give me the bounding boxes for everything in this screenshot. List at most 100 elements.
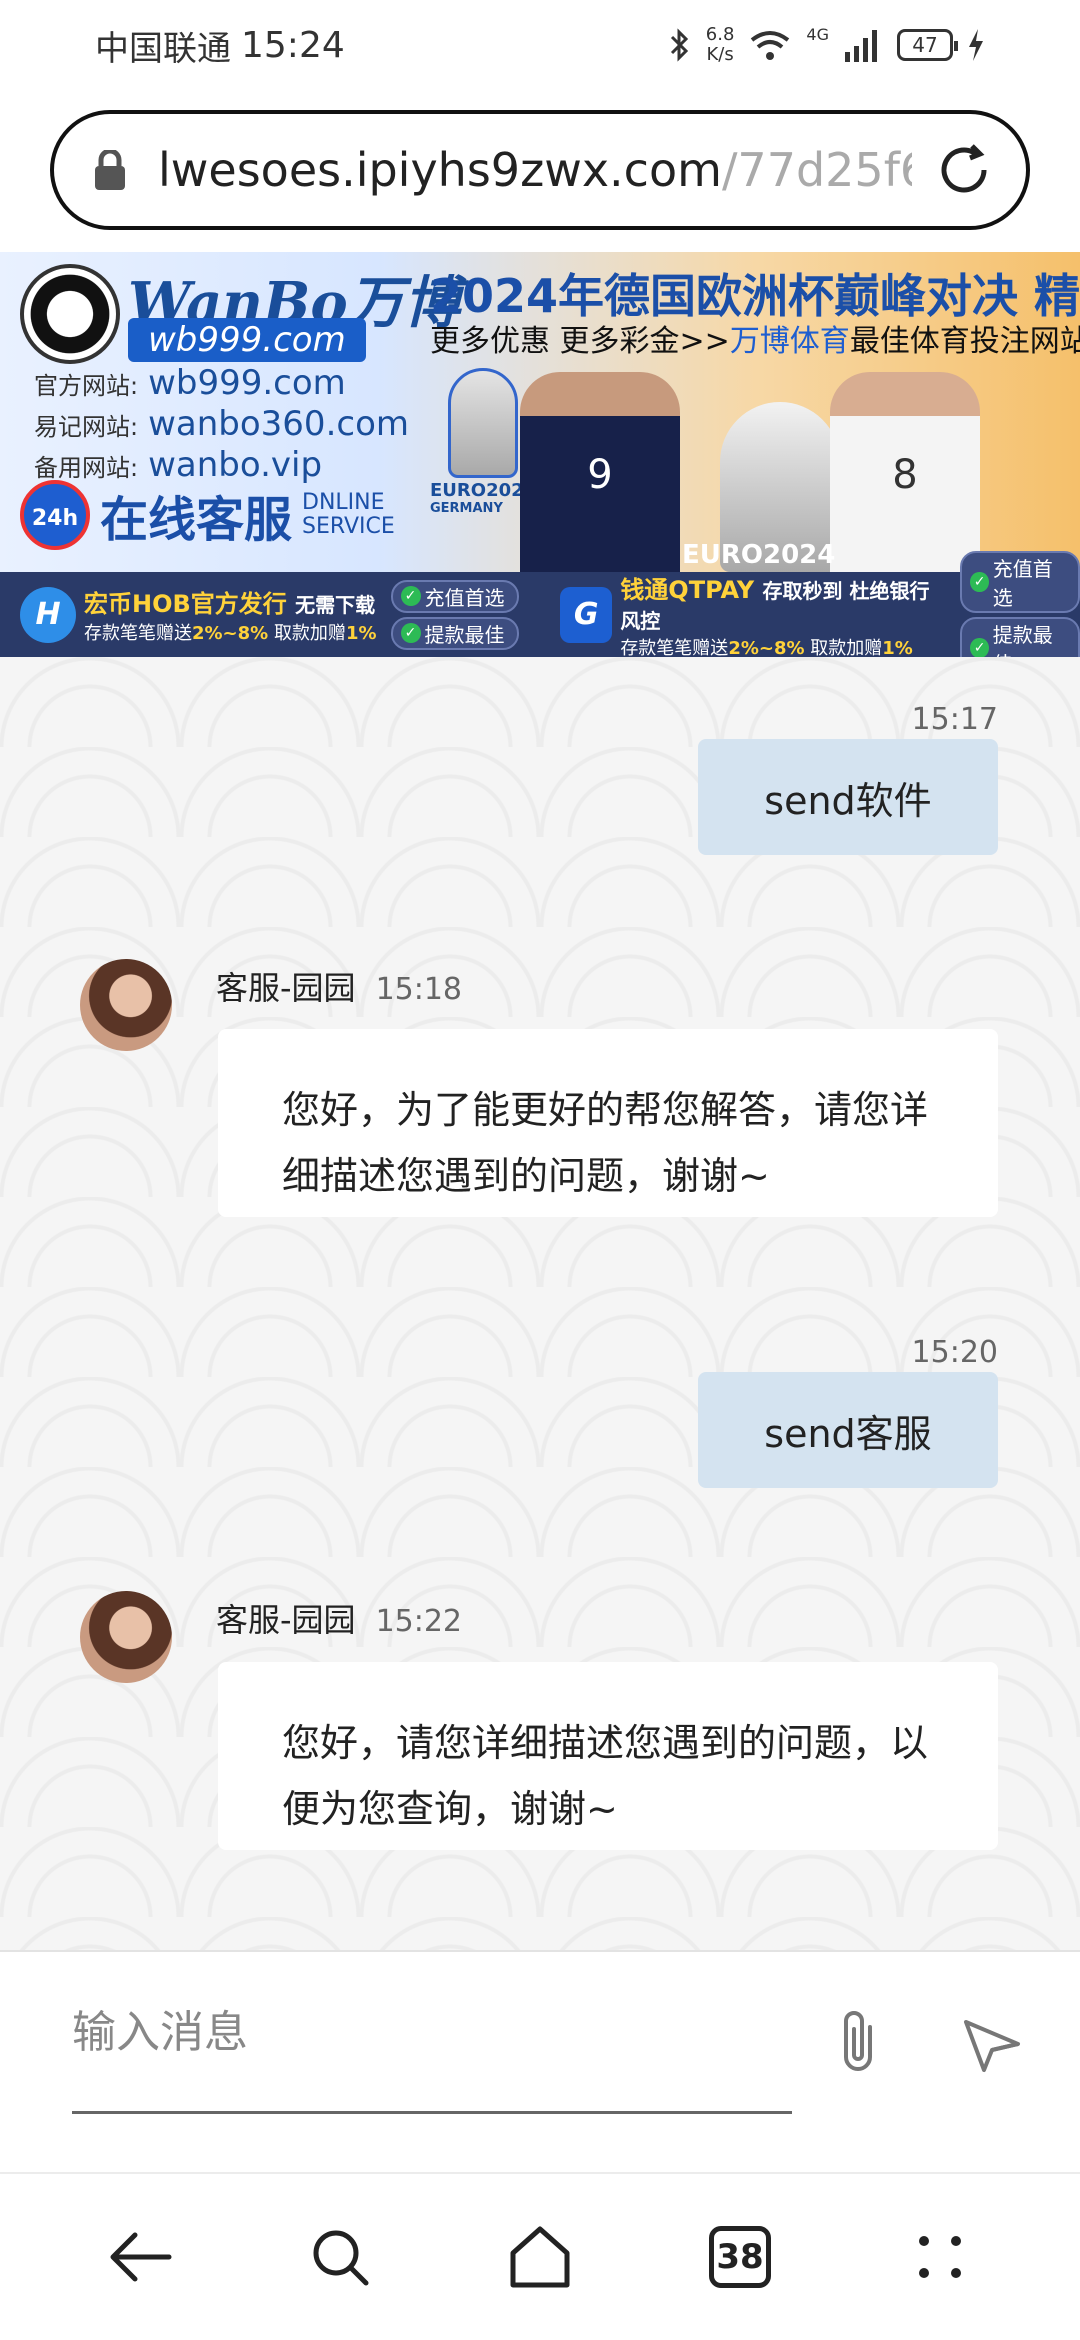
ad-banner-main[interactable]: WanBo万博 wb999.com 2024年德国欧洲杯巅峰对决 精彩继续 更多… [0,252,1080,572]
qtpay-logo-icon: G [560,586,613,643]
message-timestamp: 15:20 [911,1335,998,1370]
search-icon [313,2230,369,2286]
service-24h-badge: 24h [20,480,90,550]
euro-trophy-icon [448,368,518,478]
outgoing-message[interactable]: send软件 [698,739,998,855]
pill-recharge: ✓ 充值首选 [960,550,1080,613]
wifi-icon [751,31,790,60]
status-time: 15:24 [241,24,345,66]
more-icon [919,2236,961,2278]
ad-payment-text: 钱通QTPAY 存取秒到 杜绝银行风控 存款笔笔赠送2%~8% 取款加赠1% [620,570,946,658]
ad-site-value: wanbo.vip [148,445,323,485]
outgoing-message[interactable]: send客服 [698,1372,998,1488]
carrier-name: 中国联通 [95,28,231,69]
check-icon: ✓ [970,637,989,657]
ad-sub-d: 1% [882,637,913,658]
status-right: 6.8 K/s 4G 47 [668,25,985,65]
network-type: 4G [806,25,829,44]
home-button[interactable] [500,2217,580,2297]
ad-payment-text: 宏币HOB官方发行 无需下载 存款笔笔赠送2%~8% 取款加赠1% [84,584,377,645]
pill-recharge: ✓ 充值首选 [390,579,519,613]
battery-indicator: 47 [897,29,958,61]
brand-logo-icon [20,264,120,364]
check-icon: ✓ [400,623,421,643]
check-icon: ✓ [970,571,989,592]
ad-sub-a: 存款笔笔赠送 [620,637,729,658]
ad-subline: 更多优惠 更多彩金>>万博体育最佳体育投注网站 [430,316,1080,360]
tabs-count: 38 [709,2226,771,2288]
ad-site-row: 官方网站: wb999.com [34,364,409,405]
message-input[interactable]: 输入消息 [72,2002,792,2114]
ad-payment-title-main: 钱通QTPAY [620,575,755,604]
ad-payment-qtpay[interactable]: G 钱通QTPAY 存取秒到 杜绝银行风控 存款笔笔赠送2%~8% 取款加赠1%… [540,550,1080,658]
ad-payment-title: 钱通QTPAY 存取秒到 杜绝银行风控 [620,570,946,634]
back-arrow-icon [110,2232,172,2282]
chat-thread[interactable]: 15:17 send软件 客服-园园 15:18 您好，为了能更好的帮您解答，请您… [0,657,1080,1950]
ad-site-value: wanbo360.com [148,404,409,444]
player-germany-number: 8 [892,452,918,498]
ad-payment-title: 宏币HOB官方发行 无需下载 [84,584,377,619]
ad-site-list: 官方网站: wb999.com 易记网站: wanbo360.com 备用网站: wa… [34,364,409,487]
ad-pills: ✓充值首选 ✓提款最佳 [390,579,519,650]
ad-payment-title-main: 宏币HOB官方发行 [84,590,287,618]
service-en-line2: SERVICE [302,514,395,539]
brand-domain: wb999.com [128,318,366,362]
player-france: 9 [520,372,680,572]
status-left: 中国联通 15:24 [95,21,345,70]
pill-label: 提款最佳 [424,622,505,647]
ad-site-value: wb999.com [148,363,346,403]
tabs-button[interactable]: 38 [700,2217,780,2297]
menu-button[interactable] [900,2217,980,2297]
sender-name: 客服-园园 [216,1601,356,1639]
service-text: 在线客服 [100,492,293,548]
message-composer: 输入消息 [0,1950,1080,2172]
ad-sub-d: 1% [345,623,377,644]
pill-label: 充值首选 [424,585,505,610]
browser-nav-bar: 38 [0,2172,1080,2340]
lock-icon [95,150,125,190]
ad-payment-sub: 存款笔笔赠送2%~8% 取款加赠1% [84,619,377,645]
back-button[interactable] [100,2217,180,2297]
network-speed-unit: K/s [706,44,734,65]
ad-sub-b: 2%~8% [192,623,269,644]
ad-payment-hob[interactable]: H 宏币HOB官方发行 无需下载 存款笔笔赠送2%~8% 取款加赠1% ✓ 充值首… [0,579,540,650]
incoming-message[interactable]: 您好，为了能更好的帮您解答，请您详细描述您遇到的问题，谢谢~ [218,1029,998,1217]
pill-withdraw: ✓提款最佳 [960,616,1080,657]
player-germany: 8 [830,372,980,572]
ad-sub-b: 2%~8% [728,637,805,658]
ad-sub-c: 取款加赠 [273,623,346,644]
reload-icon[interactable] [932,138,996,202]
ad-banner-payments[interactable]: H 宏币HOB官方发行 无需下载 存款笔笔赠送2%~8% 取款加赠1% ✓ 充值首… [0,550,1080,657]
agent-avatar[interactable] [80,959,172,1051]
ad-payment-sub: 存款笔笔赠送2%~8% 取款加赠1% [620,634,946,658]
message-timestamp: 15:18 [375,972,463,1007]
search-button[interactable] [300,2217,380,2297]
network-speed: 6.8 K/s [706,25,735,65]
sender-name: 客服-园园 [216,969,356,1007]
ad-subline-prefix: 更多优惠 更多彩金>> [430,324,730,359]
ad-online-service: 24h 在线客服 DNLINE SERVICE [20,480,395,550]
url-path: /77d25f6 [721,143,912,197]
ad-sub-c: 取款加赠 [810,637,883,658]
ad-subline-suffix: 最佳体育投注网站 [849,324,1080,359]
url-text[interactable]: lwesoes.ipiyhs9zwx.com/77d25f6 [158,143,912,197]
hob-logo-icon: H [20,586,76,643]
agent-avatar[interactable] [80,1591,172,1683]
ad-players-image: EURO2024 GERMANY 9 8 EURO2024 [420,362,1080,572]
ad-site-row: 易记网站: wanbo360.com [34,405,409,446]
address-bar[interactable]: lwesoes.ipiyhs9zwx.com/77d25f6 [50,110,1030,230]
message-sender: 客服-园园 15:18 [216,963,462,1009]
pill-withdraw: ✓提款最佳 [390,616,519,650]
message-timestamp: 15:17 [911,702,998,737]
send-icon[interactable] [962,2018,1022,2074]
incoming-message[interactable]: 您好，请您详细描述您遇到的问题，以便为您查询，谢谢~ [218,1662,998,1850]
ad-banner[interactable]: WanBo万博 wb999.com 2024年德国欧洲杯巅峰对决 精彩继续 更多… [0,252,1080,657]
ad-site-label: 易记网站: [34,413,139,441]
message-timestamp: 15:22 [375,1604,463,1639]
url-host: lwesoes.ipiyhs9zwx.com [158,143,722,197]
attachment-icon[interactable] [830,2007,886,2079]
message-sender: 客服-园园 15:22 [216,1595,462,1641]
player-france-number: 9 [587,452,613,498]
ad-pills: ✓充值首选 ✓提款最佳 [960,550,1080,657]
check-icon: ✓ [400,586,421,606]
